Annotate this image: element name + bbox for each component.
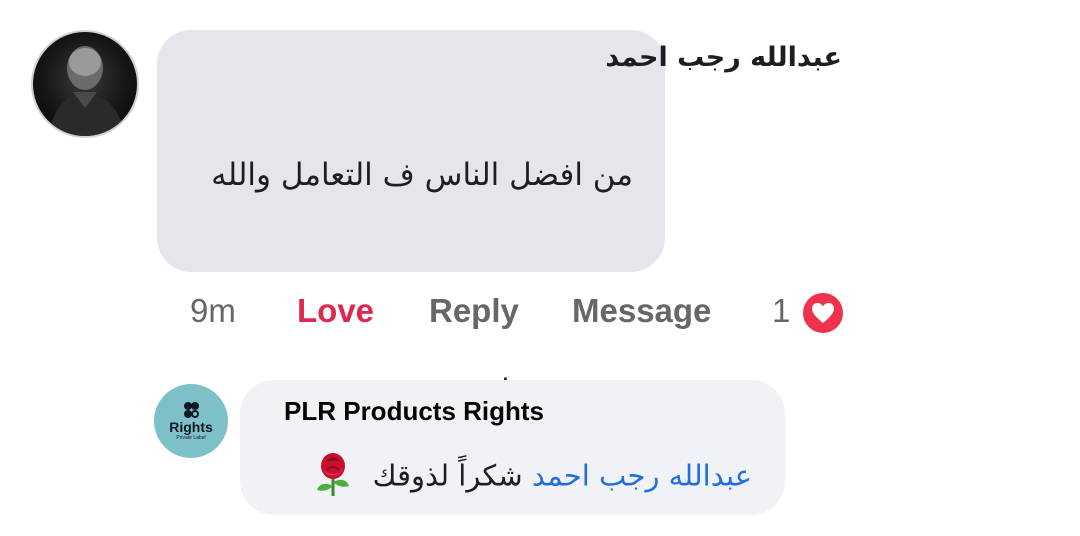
reply-author-name[interactable]: PLR Products Rights (284, 396, 544, 427)
love-reaction-button[interactable]: Love (297, 287, 374, 335)
page-avatar[interactable]: Rights Private Label (154, 384, 228, 458)
reaction-count[interactable]: 1 (772, 287, 790, 335)
message-button[interactable]: Message (572, 287, 711, 335)
rose-icon (313, 452, 353, 503)
heart-icon[interactable] (800, 290, 846, 336)
comment-author-name[interactable]: عبدالله رجب احمد (605, 42, 842, 73)
reply-body: عبدالله رجب احمد شكراً لذوقك (313, 452, 752, 503)
reply-button[interactable]: Reply (429, 287, 519, 335)
avatar-brand-text: Rights (169, 419, 213, 435)
commenter-avatar[interactable] (31, 30, 139, 138)
mention-link[interactable]: عبدالله رجب احمد (532, 459, 752, 493)
brand-logo-icon (184, 402, 199, 418)
person-silhouette-icon (49, 46, 125, 136)
comment-body: من افضل الناس ف التعامل والله خدمة ممتاز… (193, 94, 633, 418)
comment-timestamp[interactable]: 9m (190, 287, 236, 335)
reply-text: شكراً لذوقك (372, 458, 523, 493)
avatar-brand-subtext: Private Label (176, 435, 206, 441)
comment-text-line-1: من افضل الناس ف التعامل والله (211, 157, 633, 193)
comment-actions: 9m Love Reply Message 1 (0, 287, 1080, 336)
heart-glyph-icon (812, 303, 834, 323)
